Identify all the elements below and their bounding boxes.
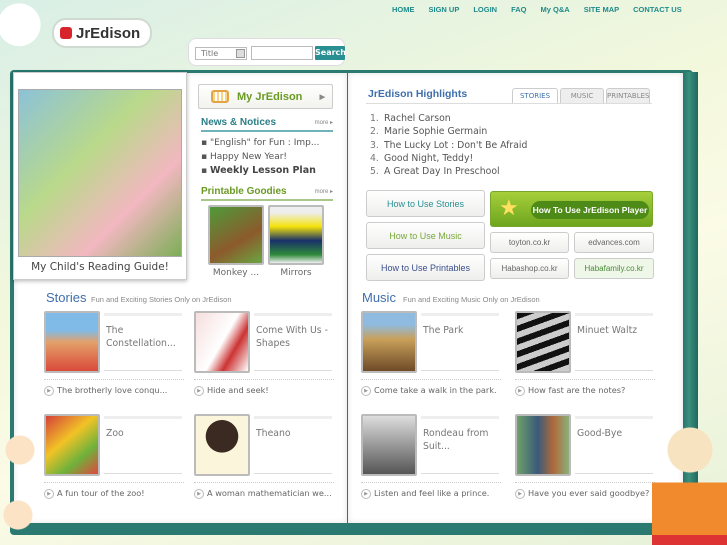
music-thumbnail — [515, 311, 571, 373]
list-item[interactable]: 4. Good Night, Teddy! — [370, 152, 527, 165]
top-nav: HOME SIGN UP LOGIN FAQ My Q&A SITE MAP C… — [392, 5, 696, 14]
music-thumbnail — [361, 311, 417, 373]
divider — [366, 103, 652, 104]
tv-icon — [211, 90, 229, 103]
star-icon: ★ — [499, 196, 519, 221]
goodies-more-link[interactable]: more ▸ — [315, 188, 333, 195]
tab-music[interactable]: MUSIC — [560, 88, 604, 103]
reading-guide-image — [18, 89, 182, 257]
story-card[interactable]: The Constellation... ▶ The brotherly love … — [44, 311, 184, 403]
news-more-link[interactable]: more ▸ — [315, 119, 333, 126]
news-item[interactable]: ▪ "English" for Fun : Imp... — [201, 137, 319, 151]
highlights-title: JrEdison Highlights — [368, 88, 468, 100]
play-icon: ▶ — [44, 385, 54, 396]
logo[interactable]: JrEdison — [52, 18, 152, 48]
how-to-use-stories-button[interactable]: How to Use Stories — [366, 190, 485, 217]
music-thumbnail — [361, 414, 417, 476]
highlights-list: 1. Rachel Carson 2. Marie Sophie Germain 3… — [370, 112, 527, 178]
music-card[interactable]: Minuet Waltz ▶ How fast are the notes? — [515, 311, 655, 403]
story-thumbnail — [194, 311, 250, 373]
highlights-tabs: STORIES MUSIC PRINTABLES — [512, 88, 650, 103]
logo-icon — [60, 27, 72, 39]
music-subtitle: Fun and Exciting Music Only on JrEdison — [403, 295, 540, 304]
search-box: Title Search — [188, 38, 346, 66]
nav-faq[interactable]: FAQ — [511, 5, 526, 14]
jredison-player-button[interactable]: ★ How To Use JrEdison Player — [490, 191, 653, 227]
goodie-label[interactable]: Mirrors — [266, 268, 326, 278]
list-item[interactable]: 1. Rachel Carson — [370, 112, 527, 125]
nav-signup[interactable]: SIGN UP — [429, 5, 460, 14]
tab-stories[interactable]: STORIES — [512, 88, 558, 103]
story-thumbnail — [44, 414, 100, 476]
story-card[interactable]: Come With Us - Shapes ▶ Hide and seek! — [194, 311, 334, 403]
link-edvances[interactable]: edvances.com — [574, 232, 654, 253]
music-thumbnail — [515, 414, 571, 476]
nav-site-map[interactable]: SITE MAP — [584, 5, 619, 14]
play-icon: ▶ — [361, 488, 371, 499]
monkey-thumbnail[interactable] — [208, 205, 264, 265]
stories-title: Stories — [46, 290, 87, 305]
nav-my-qa[interactable]: My Q&A — [541, 5, 570, 14]
play-icon: ▶ — [194, 385, 204, 396]
tab-printables[interactable]: PRINTABLES — [606, 88, 650, 103]
news-item[interactable]: ▪ Happy New Year! — [201, 151, 319, 165]
play-icon: ▶ — [194, 488, 204, 499]
link-habafamily[interactable]: Habafamily.co.kr — [574, 258, 654, 279]
nav-home[interactable]: HOME — [392, 5, 415, 14]
news-heading: News & Notices more ▸ — [201, 117, 333, 132]
chevron-down-icon — [236, 49, 245, 58]
music-card[interactable]: Good-Bye ▶ Have you ever said goodbye? — [515, 414, 655, 506]
my-jredison-button[interactable]: My JrEdison ▶ — [198, 84, 333, 109]
link-toyton[interactable]: toyton.co.kr — [490, 232, 569, 253]
search-input[interactable] — [251, 46, 313, 60]
goodies-heading: Printable Goodies more ▸ — [201, 186, 333, 201]
nav-login[interactable]: LOGIN — [473, 5, 497, 14]
unicorn-mascot — [0, 0, 48, 62]
search-type-select[interactable]: Title — [195, 47, 247, 60]
search-button[interactable]: Search — [315, 46, 346, 60]
how-to-use-music-button[interactable]: How to Use Music — [366, 222, 485, 249]
play-icon: ▶ — [361, 385, 371, 396]
list-item[interactable]: 2. Marie Sophie Germain — [370, 125, 527, 138]
goodie-label[interactable]: Monkey ... — [206, 268, 266, 278]
story-thumbnail — [44, 311, 100, 373]
music-card[interactable]: Rondeau from Suit... ▶ Listen and feel lik… — [361, 414, 501, 506]
news-item[interactable]: ▪ Weekly Lesson Plan — [201, 164, 319, 179]
music-title: Music — [362, 290, 396, 305]
how-to-use-printables-button[interactable]: How to Use Printables — [366, 254, 485, 281]
girl-mascot-right — [652, 420, 727, 545]
kid-mascot-left — [0, 425, 40, 545]
list-item[interactable]: 5. A Great Day In Preschool — [370, 165, 527, 178]
story-thumbnail — [194, 414, 250, 476]
play-icon: ▶ — [44, 488, 54, 499]
music-card[interactable]: The Park ▶ Come take a walk in the park. — [361, 311, 501, 403]
news-list: ▪ "English" for Fun : Imp... ▪ Happy New… — [201, 137, 319, 179]
nav-contact-us[interactable]: CONTACT US — [633, 5, 682, 14]
arrow-right-icon: ▶ — [319, 93, 325, 101]
list-item[interactable]: 3. The Lucky Lot : Don't Be Afraid — [370, 139, 527, 152]
link-habashop[interactable]: Habashop.co.kr — [490, 258, 569, 279]
play-icon: ▶ — [515, 385, 525, 396]
story-card[interactable]: Theano ▶ A woman mathematician we... — [194, 414, 334, 506]
stories-subtitle: Fun and Exciting Stories Only on JrEdiso… — [91, 295, 232, 304]
play-icon: ▶ — [515, 488, 525, 499]
story-card[interactable]: Zoo ▶ A fun tour of the zoo! — [44, 414, 184, 506]
reading-guide-card[interactable]: My Child's Reading Guide! — [13, 72, 187, 280]
mirrors-thumbnail[interactable] — [268, 205, 324, 265]
